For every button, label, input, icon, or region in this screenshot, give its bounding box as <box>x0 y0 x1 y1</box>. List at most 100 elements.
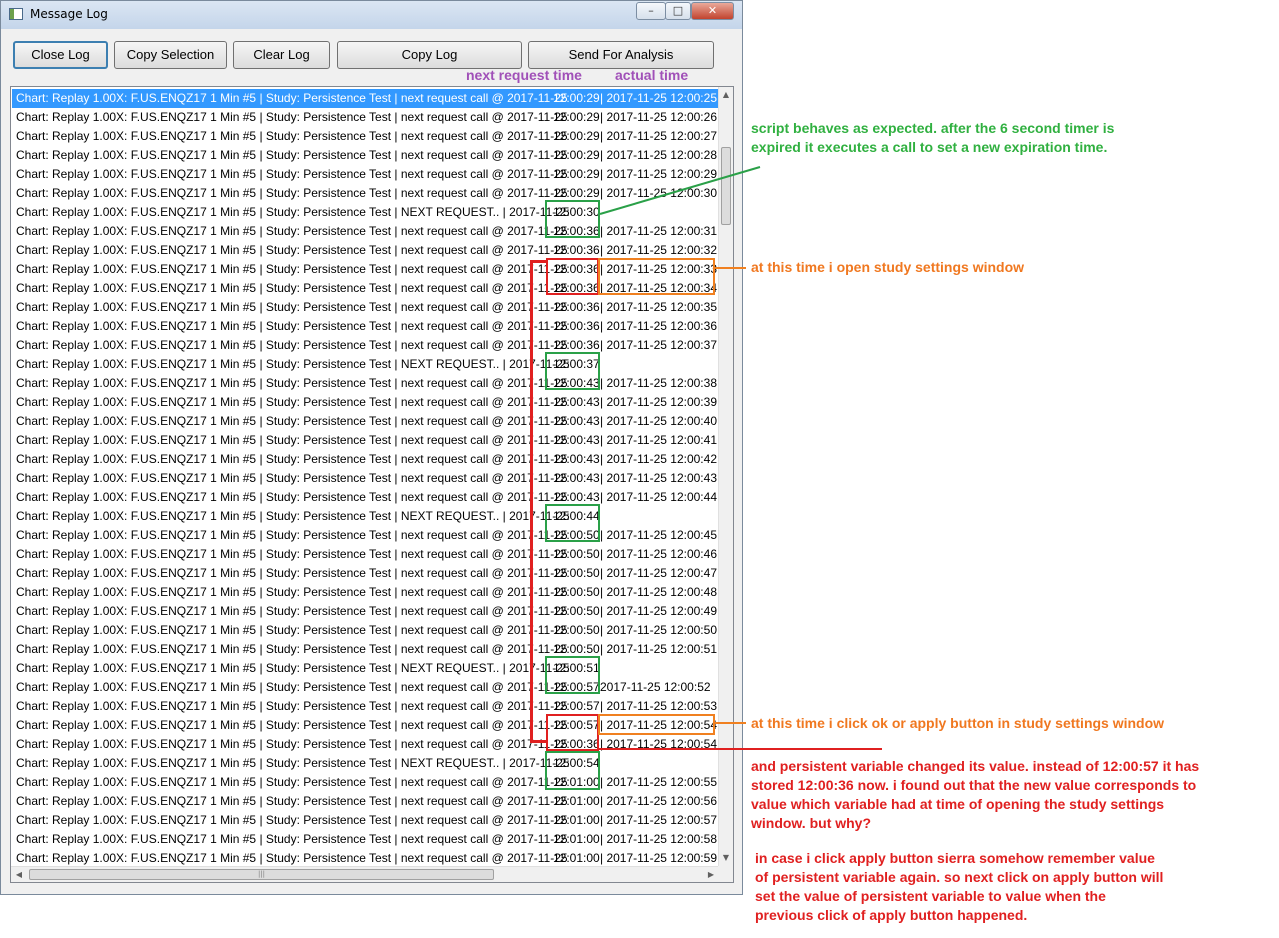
actual-time: | 2017-11-25 12:00:36 <box>600 319 717 333</box>
log-message: Chart: Replay 1.00X: F.US.ENQZ17 1 Min #… <box>16 775 568 789</box>
log-row[interactable]: Chart: Replay 1.00X: F.US.ENQZ17 1 Min #… <box>12 222 719 241</box>
scroll-right-icon[interactable]: ▶ <box>703 867 719 882</box>
close-log-button[interactable]: Close Log <box>13 41 108 69</box>
log-row[interactable]: Chart: Replay 1.00X: F.US.ENQZ17 1 Min #… <box>12 355 719 374</box>
log-message: Chart: Replay 1.00X: F.US.ENQZ17 1 Min #… <box>16 794 568 808</box>
log-message: Chart: Replay 1.00X: F.US.ENQZ17 1 Min #… <box>16 186 568 200</box>
log-row[interactable]: Chart: Replay 1.00X: F.US.ENQZ17 1 Min #… <box>12 526 719 545</box>
next-request-time: 12:00:29 <box>553 167 600 181</box>
close-window-button[interactable]: ✕ <box>691 2 734 20</box>
log-row[interactable]: Chart: Replay 1.00X: F.US.ENQZ17 1 Min #… <box>12 735 719 754</box>
log-message: Chart: Replay 1.00X: F.US.ENQZ17 1 Min #… <box>16 205 570 219</box>
actual-time: | 2017-11-25 12:00:39 <box>600 395 717 409</box>
log-message: Chart: Replay 1.00X: F.US.ENQZ17 1 Min #… <box>16 376 568 390</box>
log-row[interactable]: Chart: Replay 1.00X: F.US.ENQZ17 1 Min #… <box>12 830 719 849</box>
horizontal-scroll-thumb[interactable]: ||| <box>29 869 494 880</box>
vertical-scrollbar[interactable]: ▲ ▼ <box>718 87 733 866</box>
log-row[interactable]: Chart: Replay 1.00X: F.US.ENQZ17 1 Min #… <box>12 792 719 811</box>
title-bar[interactable]: Message Log – □ ✕ <box>1 1 742 29</box>
red-bracket-top <box>530 260 547 263</box>
actual-time: | 2017-11-25 12:00:44 <box>600 490 717 504</box>
log-message: Chart: Replay 1.00X: F.US.ENQZ17 1 Min #… <box>16 642 568 656</box>
vertical-scroll-thumb[interactable] <box>721 147 731 225</box>
log-message: Chart: Replay 1.00X: F.US.ENQZ17 1 Min #… <box>16 357 570 371</box>
log-message: Chart: Replay 1.00X: F.US.ENQZ17 1 Min #… <box>16 338 568 352</box>
log-row[interactable]: Chart: Replay 1.00X: F.US.ENQZ17 1 Min #… <box>12 374 719 393</box>
horizontal-scrollbar[interactable]: ◀ ||| ▶ <box>11 866 719 882</box>
log-row[interactable]: Chart: Replay 1.00X: F.US.ENQZ17 1 Min #… <box>12 450 719 469</box>
log-message: Chart: Replay 1.00X: F.US.ENQZ17 1 Min #… <box>16 680 568 694</box>
log-row[interactable]: Chart: Replay 1.00X: F.US.ENQZ17 1 Min #… <box>12 393 719 412</box>
log-message: Chart: Replay 1.00X: F.US.ENQZ17 1 Min #… <box>16 832 568 846</box>
app-icon <box>9 8 23 20</box>
log-message: Chart: Replay 1.00X: F.US.ENQZ17 1 Min #… <box>16 661 570 675</box>
next-request-time-label: next request time <box>466 67 582 83</box>
next-request-time: 12:01:00 <box>553 794 600 808</box>
scroll-down-icon[interactable]: ▼ <box>719 850 733 866</box>
log-message: Chart: Replay 1.00X: F.US.ENQZ17 1 Min #… <box>16 414 568 428</box>
actual-time: | 2017-11-25 12:00:51 <box>600 642 717 656</box>
log-row[interactable]: Chart: Replay 1.00X: F.US.ENQZ17 1 Min #… <box>12 165 719 184</box>
log-row[interactable]: Chart: Replay 1.00X: F.US.ENQZ17 1 Min #… <box>12 545 719 564</box>
next-request-time: 12:00:29 <box>553 148 600 162</box>
log-row[interactable]: Chart: Replay 1.00X: F.US.ENQZ17 1 Min #… <box>12 754 719 773</box>
log-row[interactable]: Chart: Replay 1.00X: F.US.ENQZ17 1 Min #… <box>12 184 719 203</box>
log-row[interactable]: Chart: Replay 1.00X: F.US.ENQZ17 1 Min #… <box>12 773 719 792</box>
minimize-button[interactable]: – <box>636 2 666 20</box>
maximize-button[interactable]: □ <box>665 2 691 20</box>
log-message: Chart: Replay 1.00X: F.US.ENQZ17 1 Min #… <box>16 585 568 599</box>
log-message: Chart: Replay 1.00X: F.US.ENQZ17 1 Min #… <box>16 452 568 466</box>
log-row[interactable]: Chart: Replay 1.00X: F.US.ENQZ17 1 Min #… <box>12 108 719 127</box>
copy-selection-button[interactable]: Copy Selection <box>114 41 227 69</box>
log-row[interactable]: Chart: Replay 1.00X: F.US.ENQZ17 1 Min #… <box>12 412 719 431</box>
green-box-2 <box>545 352 600 390</box>
log-row[interactable]: Chart: Replay 1.00X: F.US.ENQZ17 1 Min #… <box>12 127 719 146</box>
log-row[interactable]: Chart: Replay 1.00X: F.US.ENQZ17 1 Min #… <box>12 431 719 450</box>
log-row[interactable]: Chart: Replay 1.00X: F.US.ENQZ17 1 Min #… <box>12 811 719 830</box>
actual-time: | 2017-11-25 12:00:57 <box>600 813 717 827</box>
log-row[interactable]: Chart: Replay 1.00X: F.US.ENQZ17 1 Min #… <box>12 583 719 602</box>
note-open-settings: at this time i open study settings windo… <box>751 259 1025 275</box>
send-for-analysis-button[interactable]: Send For Analysis <box>528 41 714 69</box>
green-box-4 <box>545 656 600 694</box>
actual-time: | 2017-11-25 12:00:55 <box>600 775 717 789</box>
next-request-time: 12:00:43 <box>553 452 600 466</box>
log-row[interactable]: Chart: Replay 1.00X: F.US.ENQZ17 1 Min #… <box>12 507 719 526</box>
log-row[interactable]: Chart: Replay 1.00X: F.US.ENQZ17 1 Min #… <box>12 89 719 108</box>
log-message: Chart: Replay 1.00X: F.US.ENQZ17 1 Min #… <box>16 623 568 637</box>
clear-log-button[interactable]: Clear Log <box>233 41 330 69</box>
green-box-5 <box>545 751 600 790</box>
log-row[interactable]: Chart: Replay 1.00X: F.US.ENQZ17 1 Min #… <box>12 602 719 621</box>
green-box-1 <box>545 200 600 238</box>
actual-time: | 2017-11-25 12:00:37 <box>600 338 717 352</box>
log-message: Chart: Replay 1.00X: F.US.ENQZ17 1 Min #… <box>16 148 568 162</box>
log-row[interactable]: Chart: Replay 1.00X: F.US.ENQZ17 1 Min #… <box>12 564 719 583</box>
log-row[interactable]: Chart: Replay 1.00X: F.US.ENQZ17 1 Min #… <box>12 336 719 355</box>
log-row[interactable]: Chart: Replay 1.00X: F.US.ENQZ17 1 Min #… <box>12 469 719 488</box>
log-message: Chart: Replay 1.00X: F.US.ENQZ17 1 Min #… <box>16 528 568 542</box>
log-row[interactable]: Chart: Replay 1.00X: F.US.ENQZ17 1 Min #… <box>12 488 719 507</box>
copy-log-button[interactable]: Copy Log <box>337 41 522 69</box>
actual-time: | 2017-11-25 12:00:26 <box>600 110 717 124</box>
actual-time: | 2017-11-25 12:00:25 <box>600 91 717 105</box>
log-message: Chart: Replay 1.00X: F.US.ENQZ17 1 Min #… <box>16 604 568 618</box>
next-request-time: 12:00:29 <box>553 129 600 143</box>
log-row[interactable]: Chart: Replay 1.00X: F.US.ENQZ17 1 Min #… <box>12 203 719 222</box>
log-message: Chart: Replay 1.00X: F.US.ENQZ17 1 Min #… <box>16 243 568 257</box>
log-row[interactable]: Chart: Replay 1.00X: F.US.ENQZ17 1 Min #… <box>12 146 719 165</box>
log-message: Chart: Replay 1.00X: F.US.ENQZ17 1 Min #… <box>16 471 568 485</box>
scroll-left-icon[interactable]: ◀ <box>11 867 27 882</box>
log-row[interactable]: Chart: Replay 1.00X: F.US.ENQZ17 1 Min #… <box>12 659 719 678</box>
actual-time: 2017-11-25 12:00:52 <box>600 680 711 694</box>
actual-time: | 2017-11-25 12:00:56 <box>600 794 717 808</box>
log-row[interactable]: Chart: Replay 1.00X: F.US.ENQZ17 1 Min #… <box>12 678 719 697</box>
red-box-apply <box>546 714 599 751</box>
log-message: Chart: Replay 1.00X: F.US.ENQZ17 1 Min #… <box>16 91 568 105</box>
log-message: Chart: Replay 1.00X: F.US.ENQZ17 1 Min #… <box>16 509 570 523</box>
log-row[interactable]: Chart: Replay 1.00X: F.US.ENQZ17 1 Min #… <box>12 621 719 640</box>
log-row[interactable]: Chart: Replay 1.00X: F.US.ENQZ17 1 Min #… <box>12 298 719 317</box>
message-log-list[interactable]: Chart: Replay 1.00X: F.US.ENQZ17 1 Min #… <box>10 86 734 883</box>
log-row[interactable]: Chart: Replay 1.00X: F.US.ENQZ17 1 Min #… <box>12 317 719 336</box>
log-row[interactable]: Chart: Replay 1.00X: F.US.ENQZ17 1 Min #… <box>12 640 719 659</box>
scroll-up-icon[interactable]: ▲ <box>719 87 733 103</box>
